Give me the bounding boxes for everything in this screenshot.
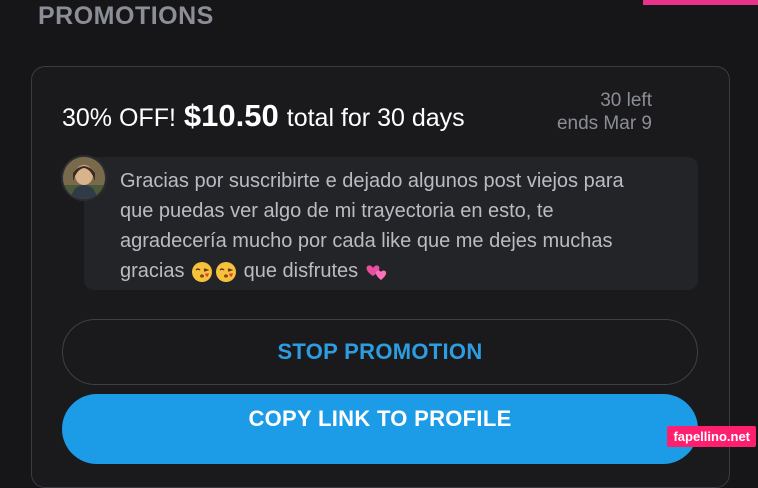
message-line: agradecería mucho por cada like que me d…	[120, 230, 613, 252]
message-line: gracias que disfrutes	[120, 256, 700, 286]
message-fragment: gracias	[120, 260, 185, 282]
promotion-price: $10.50	[183, 98, 279, 133]
stop-promotion-button[interactable]: STOP PROMOTION	[62, 319, 698, 385]
copy-link-to-profile-button[interactable]: COPY LINK TO PROFILE	[62, 394, 698, 464]
message-line: que puedas ver algo de mi trayectoria en…	[120, 200, 554, 222]
kissing-face-emoji-icon	[191, 261, 213, 283]
promotion-remaining: 30 left	[600, 90, 652, 111]
promotion-end-date: ends Mar 9	[556, 113, 652, 134]
section-title: PROMOTIONS	[38, 2, 214, 30]
avatar-photo-icon	[63, 157, 105, 199]
two-hearts-emoji-icon	[365, 261, 387, 283]
promotion-meta: 30 left ends Mar 9	[557, 89, 652, 135]
avatar[interactable]	[63, 157, 105, 199]
message-fragment: que disfrutes	[243, 260, 359, 282]
message-text: Gracias por suscribirte e dejado algunos…	[120, 166, 700, 286]
top-edge-accent	[643, 0, 758, 5]
message-line: Gracias por suscribirte e dejado algunos…	[120, 170, 624, 192]
promotion-duration: total for 30 days	[286, 104, 465, 132]
kissing-face-emoji-icon	[215, 261, 237, 283]
promotion-headline: 30% OFF! $10.50 total for 30 days	[62, 98, 465, 134]
promotion-discount: 30% OFF!	[62, 104, 176, 132]
watermark-label: fapellino.net	[667, 426, 756, 447]
